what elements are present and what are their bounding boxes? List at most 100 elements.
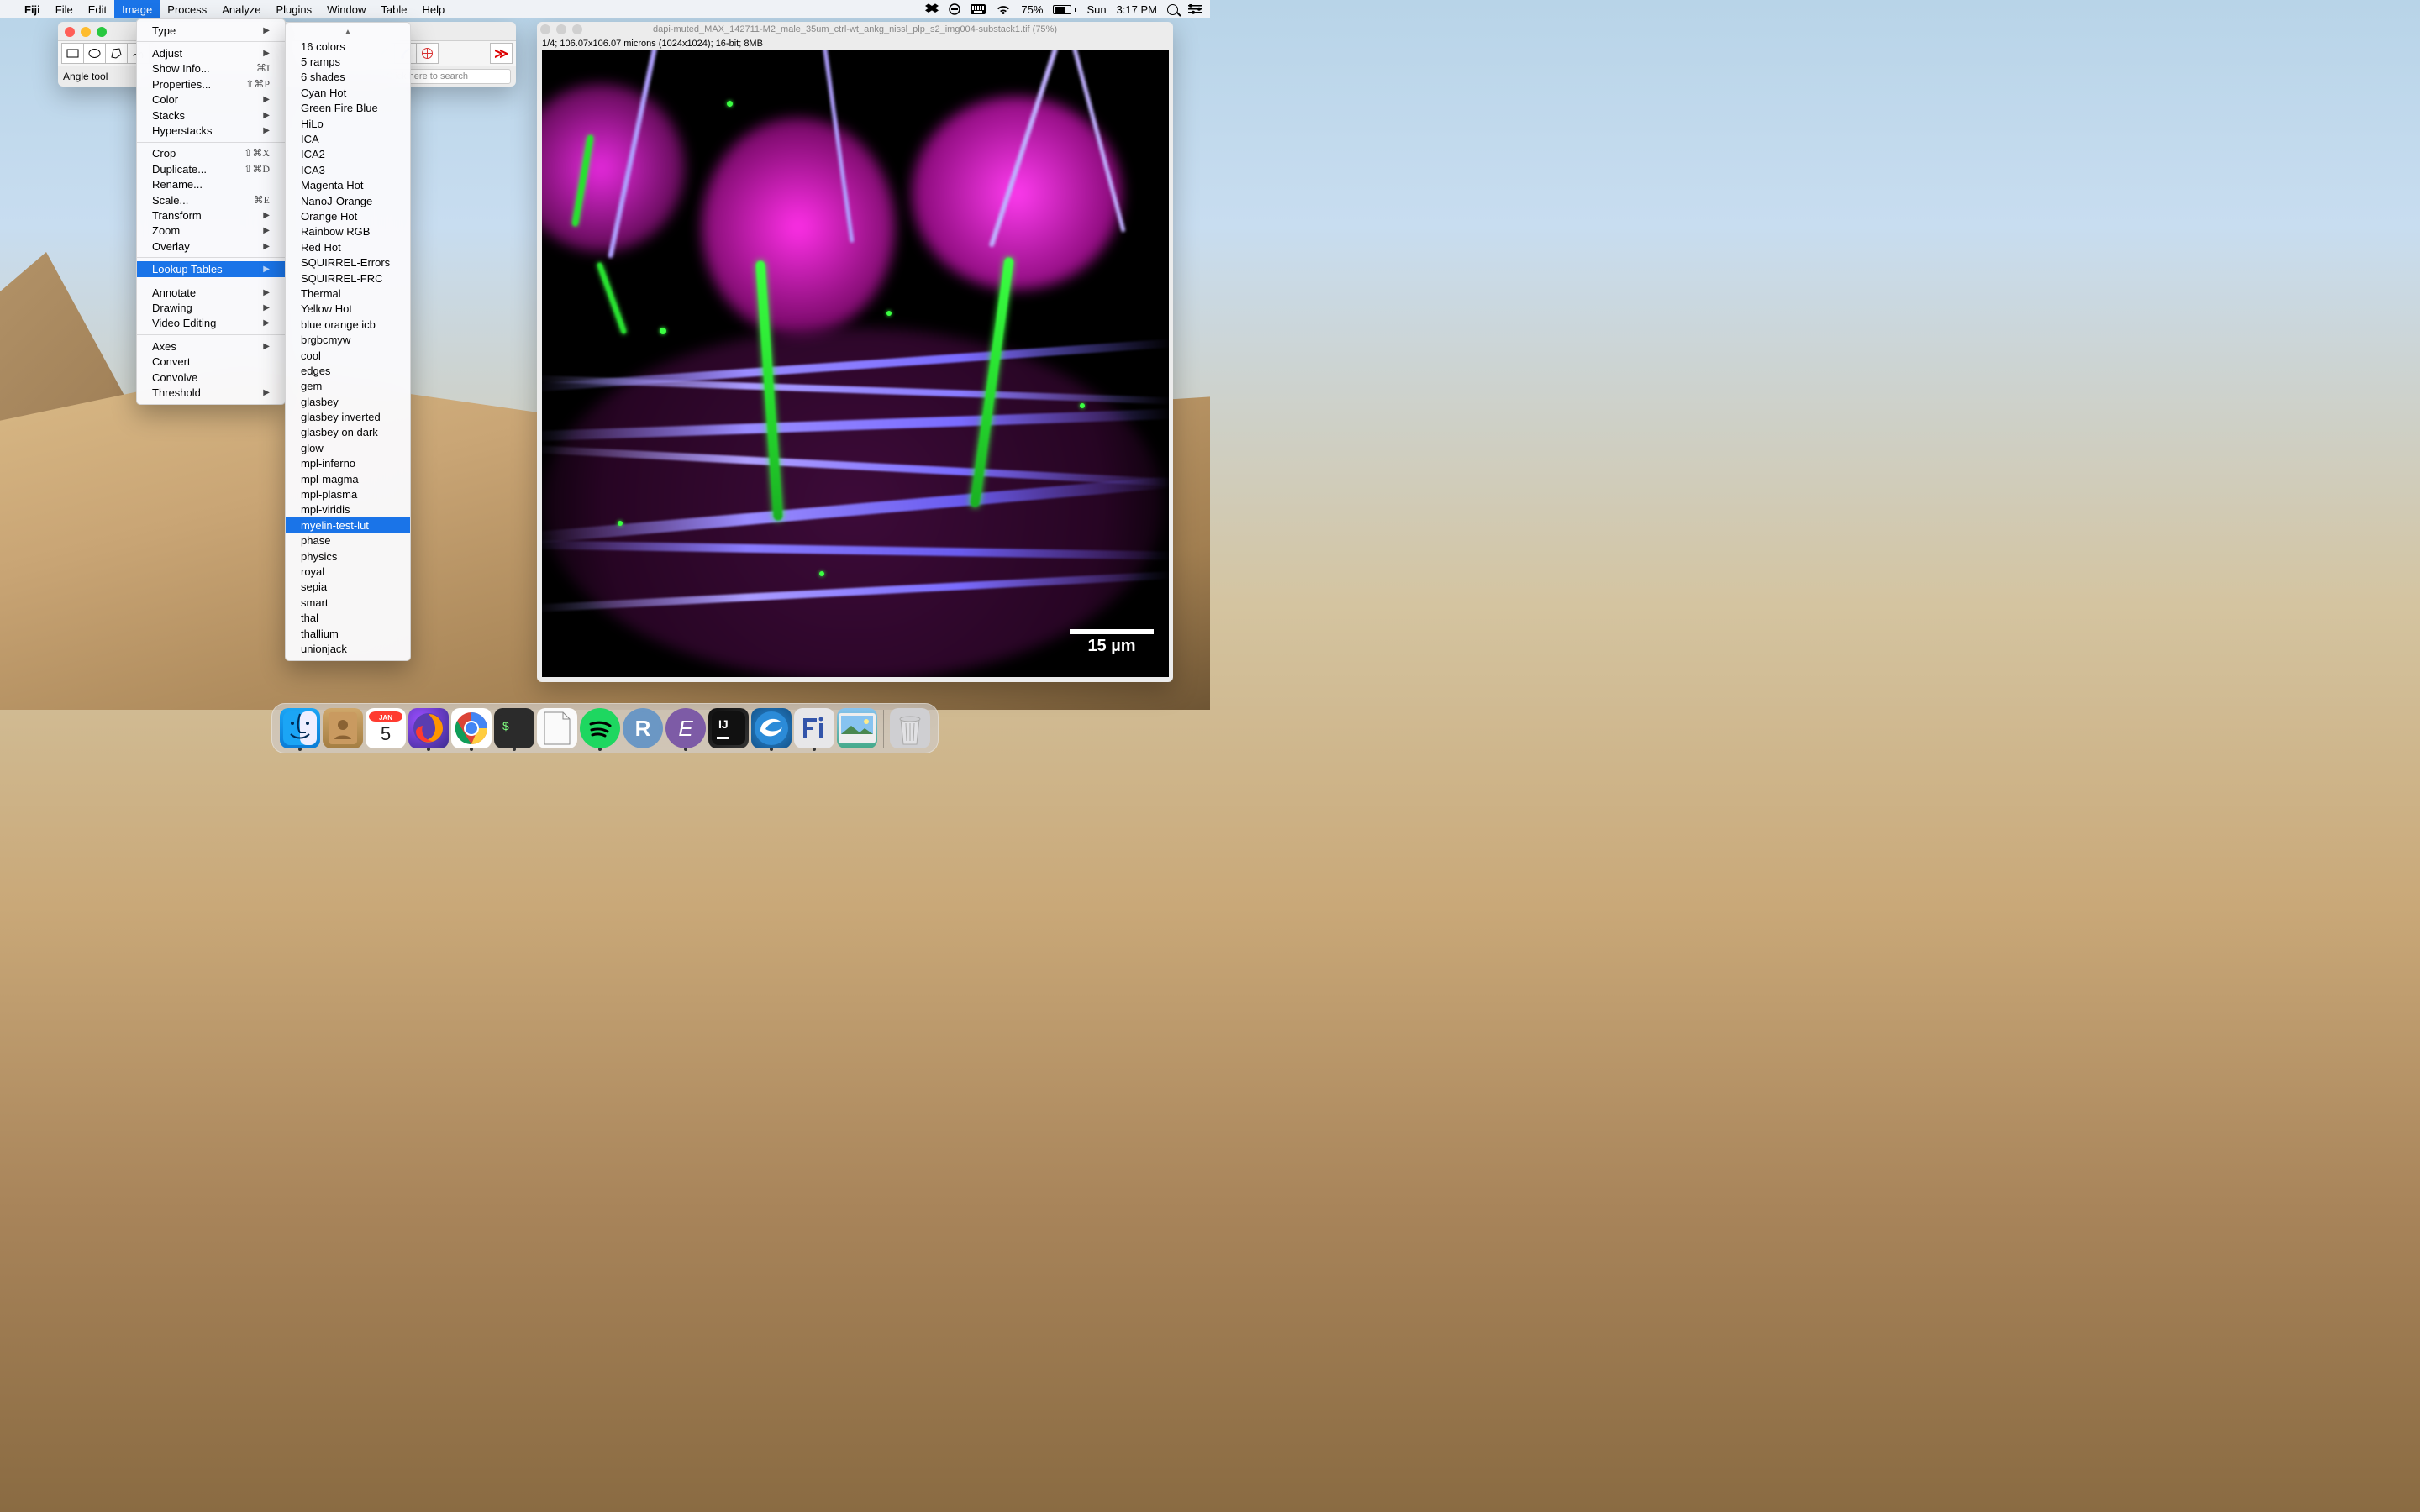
lut-tool[interactable] (416, 43, 439, 64)
image-menu-item[interactable]: Adjust▶ (137, 45, 285, 60)
lut-menu-item[interactable]: physics (286, 549, 410, 564)
lut-menu-item[interactable]: thallium (286, 626, 410, 641)
control-center-icon[interactable] (1188, 4, 1202, 14)
app-status-icon[interactable] (949, 3, 960, 15)
wifi-icon[interactable] (996, 4, 1011, 15)
dock-libreoffice[interactable] (537, 708, 577, 748)
spotlight-icon[interactable] (1167, 4, 1178, 15)
image-menu-item[interactable]: Rename... (137, 177, 285, 192)
polygon-tool[interactable] (105, 43, 128, 64)
lut-menu-item[interactable]: glasbey (286, 394, 410, 409)
lut-menu-item[interactable]: NanoJ-Orange (286, 193, 410, 208)
dock-fiji[interactable] (794, 708, 834, 748)
menubar-item-help[interactable]: Help (414, 0, 452, 18)
lut-menu-item[interactable]: gem (286, 379, 410, 394)
lut-menu-item[interactable]: phase (286, 533, 410, 549)
lut-menu-item[interactable]: cool (286, 348, 410, 363)
lut-menu-item[interactable]: ICA (286, 131, 410, 146)
close-button[interactable] (540, 24, 550, 34)
dock-calendar[interactable]: JAN5 (366, 708, 406, 748)
image-menu-item[interactable]: Properties...⇧⌘P (137, 76, 285, 92)
image-menu-item[interactable]: Video Editing▶ (137, 316, 285, 331)
dropbox-icon[interactable] (925, 3, 939, 15)
lut-menu-item[interactable]: mpl-viridis (286, 502, 410, 517)
dock-emacs[interactable]: E (666, 708, 706, 748)
image-menu-item[interactable]: Lookup Tables▶ (137, 261, 285, 276)
image-menu-item[interactable]: Axes▶ (137, 339, 285, 354)
keyboard-icon[interactable] (971, 4, 986, 14)
dock-rstudio[interactable]: R (623, 708, 663, 748)
lut-menu-item[interactable]: sepia (286, 580, 410, 595)
image-menu-item[interactable]: Show Info...⌘I (137, 61, 285, 76)
lut-menu-item[interactable]: 16 colors (286, 39, 410, 54)
lut-menu-item[interactable]: glow (286, 440, 410, 455)
lut-menu-item[interactable]: 5 ramps (286, 54, 410, 69)
image-menu-item[interactable]: Type▶ (137, 23, 285, 38)
zoom-button[interactable] (97, 27, 107, 37)
image-menu-item[interactable]: Convert (137, 354, 285, 369)
image-menu-item[interactable]: Convolve (137, 370, 285, 385)
image-menu-item[interactable]: Crop⇧⌘X (137, 146, 285, 161)
dock-contacts[interactable] (323, 708, 363, 748)
lut-menu-item[interactable]: Green Fire Blue (286, 101, 410, 116)
lut-menu-item[interactable]: smart (286, 595, 410, 610)
dock-intellij[interactable]: IJ (708, 708, 749, 748)
image-menu-item[interactable]: Scale...⌘E (137, 192, 285, 207)
dock-trash[interactable] (890, 708, 930, 748)
rect-tool[interactable] (61, 43, 84, 64)
menubar-item-analyze[interactable]: Analyze (214, 0, 268, 18)
close-button[interactable] (65, 27, 75, 37)
lut-menu-item[interactable]: SQUIRREL-Errors (286, 255, 410, 270)
image-window-titlebar[interactable]: dapi-muted_MAX_142711-M2_male_35um_ctrl-… (537, 22, 1173, 37)
lut-menu-item[interactable]: ICA2 (286, 147, 410, 162)
image-menu-item[interactable]: Overlay▶ (137, 239, 285, 254)
image-menu-item[interactable]: Stacks▶ (137, 108, 285, 123)
lut-menu-item[interactable]: HiLo (286, 116, 410, 131)
lut-menu-item[interactable]: mpl-inferno (286, 456, 410, 471)
lut-menu-item[interactable]: mpl-magma (286, 471, 410, 486)
lut-menu-item[interactable]: myelin-test-lut (286, 517, 410, 533)
more-tools-button[interactable]: ≫ (490, 43, 513, 64)
clock-day[interactable]: Sun (1086, 3, 1106, 16)
lut-menu-item[interactable]: Orange Hot (286, 208, 410, 223)
battery-icon[interactable] (1053, 5, 1076, 14)
menubar-item-window[interactable]: Window (319, 0, 373, 18)
minimize-button[interactable] (556, 24, 566, 34)
dock-terminal[interactable]: $_ (494, 708, 534, 748)
lut-menu-item[interactable]: thal (286, 610, 410, 625)
lut-menu-item[interactable]: royal (286, 564, 410, 579)
lut-menu-item[interactable]: edges (286, 363, 410, 378)
menubar-item-plugins[interactable]: Plugins (269, 0, 320, 18)
image-menu-item[interactable]: Hyperstacks▶ (137, 123, 285, 138)
image-menu-item[interactable]: Threshold▶ (137, 385, 285, 400)
lut-menu-item[interactable]: Rainbow RGB (286, 224, 410, 239)
lut-menu-item[interactable]: brgbcmyw (286, 332, 410, 347)
lut-menu-item[interactable]: glasbey on dark (286, 425, 410, 440)
menubar-app-name[interactable]: Fiji (17, 0, 48, 18)
image-canvas[interactable]: 15 µm (542, 50, 1169, 677)
menubar-item-process[interactable]: Process (160, 0, 214, 18)
lut-menu-item[interactable]: SQUIRREL-FRC (286, 270, 410, 286)
image-menu-item[interactable]: Duplicate...⇧⌘D (137, 161, 285, 176)
image-menu-item[interactable]: Drawing▶ (137, 300, 285, 315)
lut-menu-item[interactable]: Cyan Hot (286, 85, 410, 100)
dock-preview[interactable] (837, 708, 877, 748)
dock-chrome[interactable] (451, 708, 492, 748)
dock-thunderbird[interactable] (751, 708, 792, 748)
dock-firefox[interactable] (408, 708, 449, 748)
image-menu-item[interactable]: Color▶ (137, 92, 285, 108)
lut-menu-item[interactable]: Red Hot (286, 239, 410, 255)
lut-menu-item[interactable]: glasbey inverted (286, 409, 410, 424)
lut-menu-item[interactable]: blue orange icb (286, 317, 410, 332)
lut-menu-item[interactable]: mpl-plasma (286, 486, 410, 501)
lut-menu-item[interactable]: unionjack (286, 641, 410, 656)
image-menu-item[interactable]: Annotate▶ (137, 285, 285, 300)
menubar-item-edit[interactable]: Edit (81, 0, 114, 18)
minimize-button[interactable] (81, 27, 91, 37)
lut-menu-item[interactable]: Magenta Hot (286, 178, 410, 193)
menubar-item-table[interactable]: Table (373, 0, 414, 18)
clock-time[interactable]: 3:17 PM (1117, 3, 1157, 16)
image-menu-item[interactable]: Zoom▶ (137, 223, 285, 239)
lut-menu-item[interactable]: Yellow Hot (286, 302, 410, 317)
dock-finder[interactable] (280, 708, 320, 748)
